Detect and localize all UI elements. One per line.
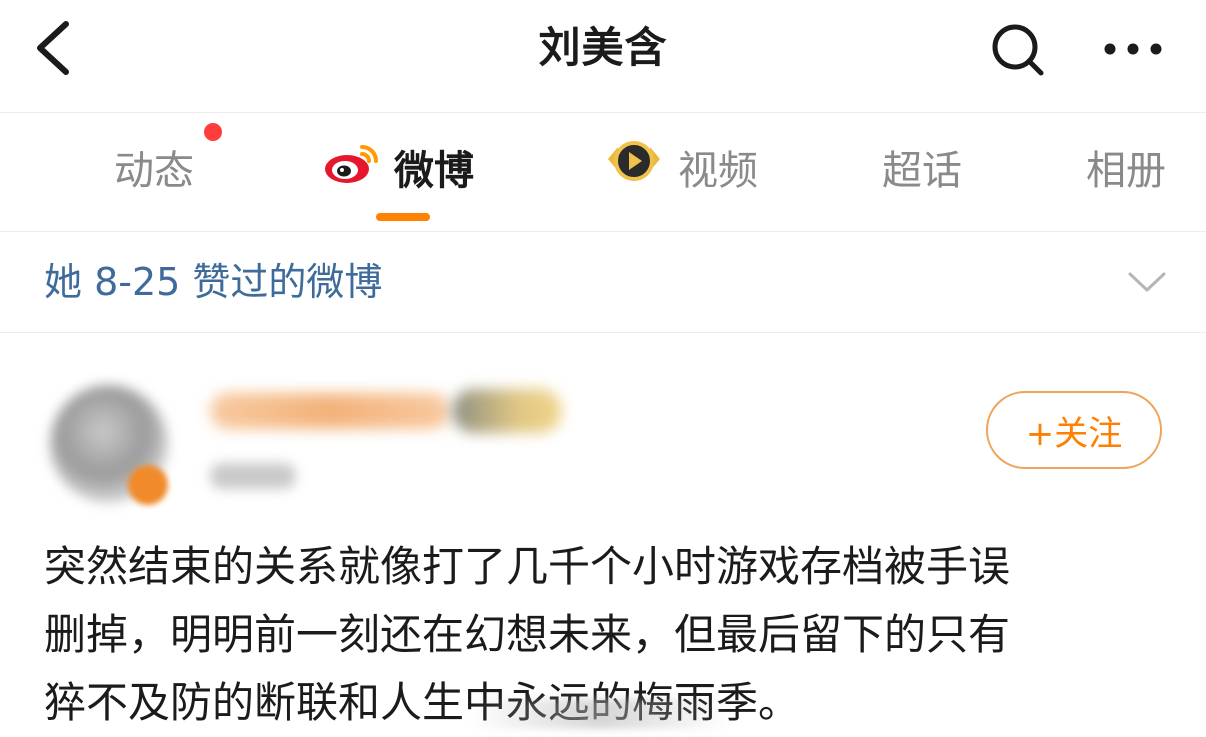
notification-dot	[204, 123, 222, 141]
blurred-member-badge	[452, 389, 562, 433]
tab-label: 微博	[394, 148, 474, 194]
search-icon	[992, 24, 1044, 76]
weibo-logo-icon	[322, 139, 380, 195]
tab-label: 相册	[1086, 148, 1166, 194]
post-text-line: 突然结束的关系就像打了几千个小时游戏存档被手误	[44, 542, 1011, 591]
post-text-line: 删掉，明明前一刻还在幻想未来，但最后留下的只有	[44, 610, 1011, 659]
tab-label: 视频	[678, 148, 758, 194]
tab-album[interactable]: 相册	[1086, 137, 1166, 197]
post-card: +关注 突然结束的关系就像打了几千个小时游戏存档被手误 删掉，明明前一刻还在幻想…	[0, 333, 1206, 729]
more-dots-icon	[1104, 43, 1162, 55]
filter-label: 她 8-25 赞过的微博	[44, 260, 383, 304]
tab-label: 超话	[882, 148, 962, 194]
chevron-down-icon	[1128, 272, 1166, 292]
video-badge-icon	[604, 137, 664, 197]
liked-filter-row[interactable]: 她 8-25 赞过的微博	[0, 232, 1206, 333]
tab-dynamics[interactable]: 动态	[114, 137, 194, 197]
tab-chaohua[interactable]: 超话	[882, 137, 962, 197]
tab-label: 动态	[114, 148, 194, 194]
verified-badge-icon	[128, 465, 168, 505]
profile-tabbar: 动态 微博 视频 超话 相册	[0, 113, 1206, 232]
active-tab-indicator	[376, 213, 430, 221]
blurred-username[interactable]	[210, 393, 450, 429]
tab-video[interactable]: 视频	[604, 137, 758, 197]
tab-weibo[interactable]: 微博	[322, 137, 474, 197]
blurred-watermark	[470, 699, 730, 729]
search-button[interactable]	[988, 20, 1048, 80]
blurred-timestamp	[210, 463, 296, 489]
top-navbar: 刘美含	[0, 0, 1206, 113]
more-button[interactable]	[1098, 24, 1168, 74]
follow-button[interactable]: +关注	[986, 391, 1162, 469]
